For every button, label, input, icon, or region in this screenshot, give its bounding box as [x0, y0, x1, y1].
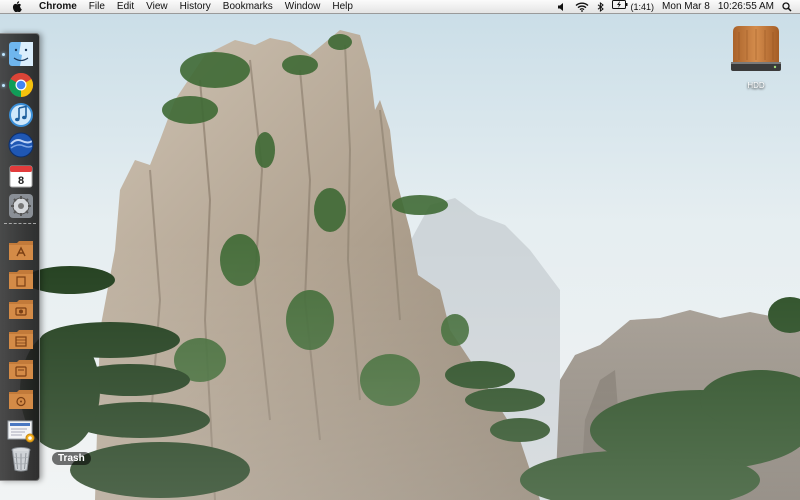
trash-icon [10, 446, 32, 472]
ical-icon: 8 [9, 164, 33, 188]
dock-item-ical[interactable]: 8 [6, 162, 35, 189]
dock-item-system-preferences[interactable] [6, 192, 35, 219]
music-folder-icon [8, 388, 34, 410]
trash-tooltip: Trash [52, 452, 91, 465]
menu-window[interactable]: Window [279, 0, 327, 14]
desktop-wallpaper [0, 0, 800, 500]
battery-time: (1:41) [630, 1, 655, 12]
system-preferences-icon [8, 193, 34, 219]
dock-item-documents[interactable] [6, 265, 35, 292]
date-label[interactable]: Mon Mar 8 [662, 0, 710, 14]
menu-view[interactable]: View [140, 0, 174, 14]
dock-item-pictures[interactable] [6, 295, 35, 322]
battery-status[interactable]: (1:41) [611, 0, 655, 14]
menu-app-name[interactable]: Chrome [33, 0, 83, 14]
wooden-drive-icon [729, 26, 783, 78]
google-earth-icon [8, 132, 34, 158]
dock-item-movies[interactable] [6, 325, 35, 352]
wifi-icon[interactable] [575, 2, 589, 12]
spotlight-icon[interactable] [782, 1, 792, 12]
dock-item-trash[interactable] [6, 445, 35, 472]
desktop-icon-hdd[interactable]: HDD [728, 24, 784, 90]
menu-help[interactable]: Help [326, 0, 359, 14]
battery-icon [611, 0, 628, 14]
applications-folder-icon [8, 239, 34, 261]
dock-item-downloads[interactable] [6, 355, 35, 382]
finder-icon [8, 41, 34, 67]
apple-menu-icon[interactable] [11, 1, 23, 13]
dock-item-music[interactable] [6, 385, 35, 412]
menu-bar: Chrome File Edit View History Bookmarks … [0, 0, 800, 14]
dock: 8 [0, 33, 40, 481]
bluetooth-icon[interactable] [597, 1, 604, 12]
clock-label[interactable]: 10:26:55 AM [718, 0, 774, 14]
documents-folder-icon [8, 268, 34, 290]
dock-item-preview-document[interactable] [6, 417, 35, 444]
preview-document-icon [7, 419, 35, 443]
downloads-folder-icon [8, 358, 34, 380]
dock-separator [4, 223, 36, 226]
menu-edit[interactable]: Edit [111, 0, 140, 14]
dock-item-itunes[interactable] [6, 101, 35, 128]
itunes-icon [8, 102, 34, 128]
dock-item-chrome[interactable] [6, 71, 35, 98]
menu-file[interactable]: File [83, 0, 111, 14]
dock-item-finder[interactable] [6, 40, 35, 67]
menu-extras: (1:41) Mon Mar 8 10:26:55 AM [549, 0, 800, 14]
chrome-icon [8, 72, 34, 98]
dock-item-applications[interactable] [6, 236, 35, 263]
running-indicator [2, 53, 5, 56]
dock-item-google-earth[interactable] [6, 131, 35, 158]
volume-icon[interactable] [557, 2, 567, 12]
movies-folder-icon [8, 328, 34, 350]
ical-day: 8 [17, 175, 23, 187]
pictures-folder-icon [8, 298, 34, 320]
menu-bookmarks[interactable]: Bookmarks [217, 0, 279, 14]
running-indicator [2, 84, 5, 87]
menu-history[interactable]: History [174, 0, 217, 14]
desktop-icon-label: HDD [747, 81, 765, 90]
